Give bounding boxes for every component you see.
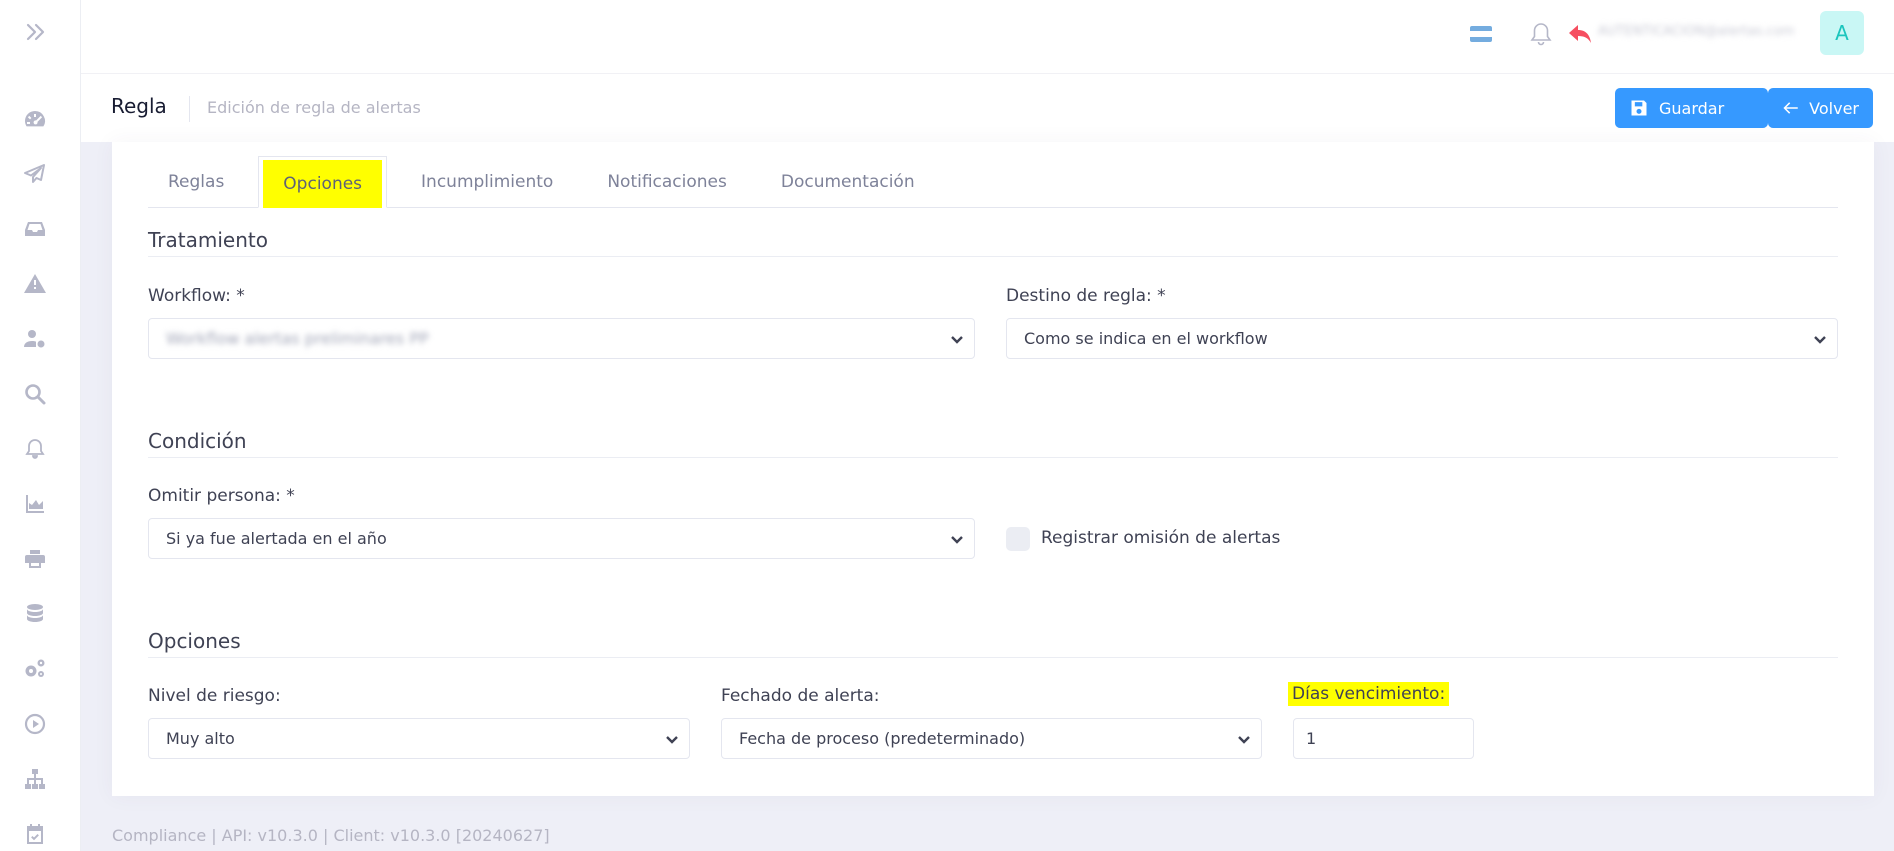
tab-documentacion[interactable]: Documentación bbox=[761, 156, 935, 208]
title-separator bbox=[189, 96, 190, 122]
fechado-select[interactable]: Fecha de proceso (predeterminado) bbox=[721, 718, 1262, 759]
play-circle-icon[interactable] bbox=[20, 709, 50, 739]
arrow-left-icon bbox=[1783, 102, 1798, 114]
page-title: Regla bbox=[111, 94, 167, 118]
tab-notificaciones[interactable]: Notificaciones bbox=[587, 156, 747, 208]
section-title-tratamiento: Tratamiento bbox=[148, 228, 268, 252]
sitemap-icon[interactable] bbox=[20, 764, 50, 794]
riesgo-select-value: Muy alto bbox=[166, 729, 235, 748]
tab-opciones-label: Opciones bbox=[263, 160, 383, 208]
tab-incumplimiento[interactable]: Incumplimiento bbox=[401, 156, 573, 208]
fechado-label: Fechado de alerta: bbox=[721, 686, 880, 706]
inbox-icon[interactable] bbox=[20, 214, 50, 244]
chevron-down-icon bbox=[1813, 332, 1827, 346]
sidebar-toggle-icon[interactable] bbox=[20, 18, 52, 46]
tab-opciones[interactable]: Opciones bbox=[258, 156, 388, 208]
undo-arrow-icon[interactable] bbox=[1566, 20, 1596, 48]
dias-vencimiento-input[interactable] bbox=[1293, 718, 1474, 759]
dias-label-text: Días vencimiento: bbox=[1288, 682, 1450, 706]
cogs-icon[interactable] bbox=[20, 654, 50, 684]
registrar-omision-checkbox[interactable] bbox=[1006, 527, 1030, 551]
destino-select-value: Como se indica en el workflow bbox=[1024, 329, 1268, 348]
save-button[interactable]: Guardar bbox=[1615, 88, 1768, 128]
section-divider bbox=[148, 457, 1838, 458]
user-name[interactable]: AUTENTICACION@alertas.com bbox=[1598, 24, 1806, 42]
back-button-label: Volver bbox=[1809, 98, 1859, 118]
notifications-bell-icon[interactable] bbox=[1527, 20, 1555, 48]
chevron-down-icon bbox=[1237, 732, 1251, 746]
sidebar bbox=[0, 0, 81, 851]
search-icon[interactable] bbox=[20, 379, 50, 409]
dashboard-icon[interactable] bbox=[20, 104, 50, 134]
subheader: Regla Edición de regla de alertas Guarda… bbox=[81, 74, 1894, 142]
section-title-condicion: Condición bbox=[148, 429, 247, 453]
destino-label: Destino de regla: * bbox=[1006, 286, 1166, 306]
dias-label: Días vencimiento: bbox=[1288, 682, 1450, 706]
argentina-flag-icon[interactable] bbox=[1470, 26, 1492, 42]
floppy-disk-icon bbox=[1631, 100, 1647, 116]
workflow-label: Workflow: * bbox=[148, 286, 245, 306]
bell-icon[interactable] bbox=[20, 434, 50, 464]
fechado-select-value: Fecha de proceso (predeterminado) bbox=[739, 729, 1026, 748]
database-icon[interactable] bbox=[20, 599, 50, 629]
omitir-select-value: Si ya fue alertada en el año bbox=[166, 529, 387, 548]
area-chart-icon[interactable] bbox=[20, 489, 50, 519]
rule-edit-card: Reglas Opciones Incumplimiento Notificac… bbox=[112, 142, 1874, 796]
workflow-select[interactable]: Workflow alertas preliminares PP bbox=[148, 318, 975, 359]
avatar[interactable]: A bbox=[1820, 11, 1864, 55]
registrar-omision-label: Registrar omisión de alertas bbox=[1041, 528, 1281, 548]
chevron-down-icon bbox=[665, 732, 679, 746]
send-icon[interactable] bbox=[20, 159, 50, 189]
section-divider bbox=[148, 657, 1838, 658]
chevron-down-icon bbox=[950, 332, 964, 346]
top-header: AUTENTICACION@alertas.com A bbox=[81, 0, 1894, 74]
user-cog-icon[interactable] bbox=[20, 324, 50, 354]
tabs: Reglas Opciones Incumplimiento Notificac… bbox=[148, 156, 1838, 208]
footer-version: Compliance | API: v10.3.0 | Client: v10.… bbox=[112, 826, 550, 845]
tab-reglas[interactable]: Reglas bbox=[148, 156, 244, 208]
omitir-select[interactable]: Si ya fue alertada en el año bbox=[148, 518, 975, 559]
printer-icon[interactable] bbox=[20, 544, 50, 574]
chevron-down-icon bbox=[950, 532, 964, 546]
back-button[interactable]: Volver bbox=[1768, 88, 1873, 128]
page-subtitle: Edición de regla de alertas bbox=[207, 98, 421, 117]
workflow-select-value: Workflow alertas preliminares PP bbox=[166, 329, 429, 348]
riesgo-select[interactable]: Muy alto bbox=[148, 718, 690, 759]
omitir-label: Omitir persona: * bbox=[148, 486, 295, 506]
section-title-opciones: Opciones bbox=[148, 629, 241, 653]
warning-icon[interactable] bbox=[20, 269, 50, 299]
section-divider bbox=[148, 256, 1838, 257]
save-button-label: Guardar bbox=[1659, 98, 1725, 118]
destino-select[interactable]: Como se indica en el workflow bbox=[1006, 318, 1838, 359]
riesgo-label: Nivel de riesgo: bbox=[148, 686, 281, 706]
calendar-check-icon[interactable] bbox=[20, 819, 50, 849]
